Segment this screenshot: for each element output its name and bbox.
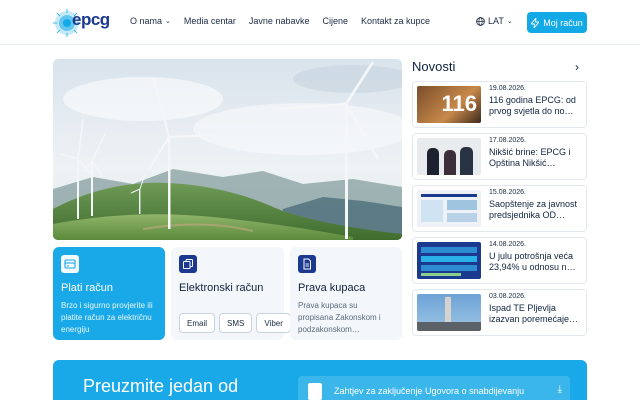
e-bill-card[interactable]: Elektronski račun Email SMS Viber	[171, 247, 291, 340]
bolt-icon	[531, 17, 540, 28]
nav-item-media[interactable]: Media centar	[184, 16, 236, 26]
language-label: LAT	[488, 16, 504, 26]
nav-item-label: O nama	[130, 16, 163, 26]
download-icon: ⤓	[557, 384, 562, 395]
card-payment-icon	[61, 255, 79, 273]
globe-icon	[476, 16, 485, 26]
banner-title: Preuzmite jedan od	[83, 376, 239, 396]
card-title: Prava kupaca	[298, 282, 366, 294]
news-headline: Saopštenje za javnost predsjednika OD…	[489, 199, 578, 220]
sms-option-button[interactable]: SMS	[219, 313, 253, 333]
news-headline: 116 godina EPCG: od prvog svjetla do no…	[489, 95, 576, 116]
news-date: 17.08.2026.	[489, 137, 526, 144]
customer-rights-card[interactable]: Prava kupaca Prava kupaca su propisana Z…	[290, 247, 402, 340]
chevron-down-icon: ⌄	[165, 18, 171, 25]
hero-image	[53, 59, 402, 240]
news-headline: U julu potrošnja veća 23,94% u odnosu n…	[489, 251, 576, 272]
news-headline: Ispad TE Pljevlja izazvan poremećaje…	[489, 303, 579, 324]
viber-option-button[interactable]: Viber	[256, 313, 291, 333]
nav-item-label: Media centar	[183, 16, 236, 26]
news-date: 14.08.2026.	[489, 241, 526, 248]
language-selector[interactable]: LAT ⌄	[476, 16, 513, 26]
card-description: Brzo i sigurno provjerite ili platite ra…	[61, 301, 153, 334]
thumbnail-number: 116	[441, 91, 478, 116]
news-date: 03.08.2026.	[489, 293, 526, 300]
news-item[interactable]: 14.08.2026. U julu potrošnja veća 23,94%…	[412, 237, 587, 284]
news-thumbnail: 116	[417, 86, 481, 123]
nav-item-label: Cijene	[322, 16, 348, 26]
chevron-down-icon: ⌄	[506, 18, 513, 25]
news-item[interactable]: 116 19.08.2026. 116 godina EPCG: od prvo…	[412, 81, 587, 128]
document-icon	[298, 255, 316, 273]
nav-item-about[interactable]: O nama ⌄	[130, 16, 171, 26]
nav-item-label: Javne nabavke	[248, 16, 310, 26]
card-title: Elektronski račun	[179, 282, 264, 294]
news-item[interactable]: 15.08.2026. Saopštenje za javnost predsj…	[412, 185, 587, 232]
nav-item-contact[interactable]: Kontakt za kupce	[361, 16, 430, 26]
card-description: Prava kupaca su propisana Zakonskom i po…	[298, 301, 381, 334]
downloads-banner: Preuzmite jedan od Zahtjev za zaključenj…	[53, 360, 587, 400]
wind-turbines-image	[53, 59, 402, 240]
news-thumbnail	[417, 242, 481, 279]
news-headline: Nikšić brine: EPCG i Opština Nikšić…	[489, 147, 571, 168]
nav-item-prices[interactable]: Cijene	[322, 16, 348, 26]
card-title: Plati račun	[61, 282, 113, 294]
news-thumbnail	[417, 190, 481, 227]
channel-options: Email SMS Viber	[179, 313, 291, 333]
nav-item-procurement[interactable]: Javne nabavke	[249, 16, 310, 26]
news-item[interactable]: 03.08.2026. Ispad TE Pljevlja izazvan po…	[412, 289, 587, 336]
document-icon	[308, 383, 322, 400]
site-header: epcg O nama ⌄ Media centar Javne nabavke…	[0, 0, 640, 45]
main-nav: O nama ⌄ Media centar Javne nabavke Cije…	[130, 16, 443, 26]
nav-item-label: Kontakt za kupce	[360, 16, 431, 26]
news-section-title: Novosti	[412, 59, 456, 74]
news-date: 19.08.2026.	[489, 85, 526, 92]
news-thumbnail	[417, 294, 481, 331]
news-thumbnail	[417, 138, 481, 175]
news-date: 15.08.2026.	[489, 189, 526, 196]
email-option-button[interactable]: Email	[179, 313, 216, 333]
news-item[interactable]: 17.08.2026. Nikšić brine: EPCG i Opština…	[412, 133, 587, 180]
logo-text[interactable]: epcg	[72, 10, 110, 30]
my-account-button[interactable]: Moj račun	[527, 12, 587, 33]
my-account-label: Moj račun	[543, 17, 583, 28]
pay-bill-card[interactable]: Plati račun Brzo i sigurno provjerite il…	[53, 247, 165, 340]
document-label: Zahtjev za zaključenje Ugovora o snabdij…	[334, 386, 525, 396]
chevron-right-icon[interactable]: ›	[575, 60, 579, 74]
copy-document-icon	[179, 255, 197, 273]
download-document-link[interactable]: Zahtjev za zaključenje Ugovora o snabdij…	[298, 376, 570, 400]
